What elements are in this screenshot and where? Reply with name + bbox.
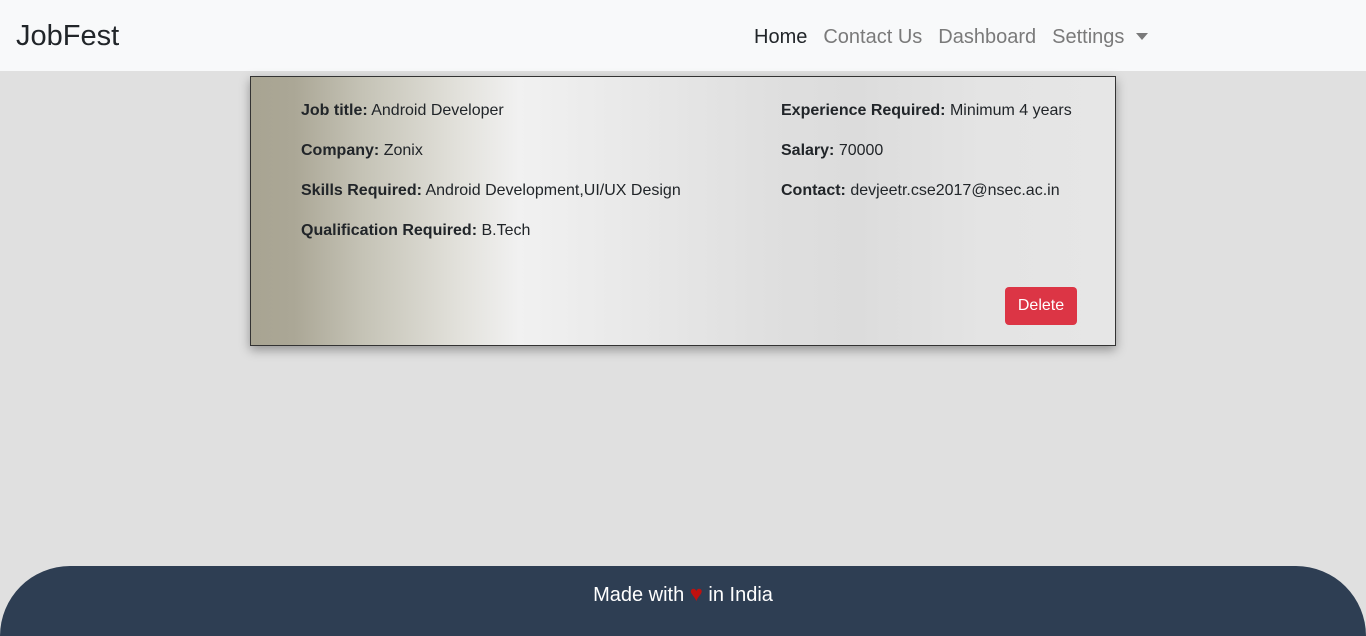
experience-value: Minimum 4 years	[949, 102, 1072, 119]
experience-label: Experience Required:	[781, 102, 946, 119]
nav-links: Home Contact Us Dashboard Settings	[746, 22, 1156, 52]
company-value: Zonix	[383, 142, 423, 159]
footer: Made with ♥ in India	[0, 566, 1366, 636]
job-title-label: Job title:	[301, 102, 368, 119]
contact-value: devjeetr.cse2017@nsec.ac.in	[850, 182, 1060, 199]
salary-value: 70000	[838, 142, 884, 159]
contact-label: Contact:	[781, 182, 846, 199]
nav-home[interactable]: Home	[746, 22, 815, 52]
job-card: Job title: Android Developer Company: Zo…	[250, 76, 1116, 346]
salary-label: Salary:	[781, 142, 835, 159]
contact-field: Contact: devjeetr.cse2017@nsec.ac.in	[781, 179, 1060, 203]
qualification-field: Qualification Required: B.Tech	[301, 219, 530, 243]
footer-prefix: Made with	[593, 584, 685, 606]
experience-field: Experience Required: Minimum 4 years	[781, 99, 1072, 123]
company-label: Company:	[301, 142, 380, 159]
job-title-field: Job title: Android Developer	[301, 99, 504, 123]
qualification-value: B.Tech	[481, 222, 531, 239]
skills-field: Skills Required: Android Development,UI/…	[301, 179, 681, 203]
company-field: Company: Zonix	[301, 139, 423, 163]
delete-button[interactable]: Delete	[1005, 287, 1077, 325]
salary-field: Salary: 70000	[781, 139, 883, 163]
nav-settings-label: Settings	[1052, 26, 1125, 48]
heart-icon: ♥	[689, 581, 703, 606]
nav-dashboard[interactable]: Dashboard	[930, 22, 1044, 52]
job-title-value: Android Developer	[371, 102, 504, 119]
brand-logo[interactable]: JobFest	[16, 18, 119, 54]
footer-suffix: in India	[708, 584, 773, 606]
caret-down-icon	[1136, 32, 1149, 40]
skills-label: Skills Required:	[301, 182, 422, 199]
skills-value: Android Development,UI/UX Design	[425, 182, 681, 199]
qualification-label: Qualification Required:	[301, 222, 478, 239]
nav-settings-dropdown[interactable]: Settings	[1044, 22, 1156, 52]
footer-text: Made with ♥ in India	[0, 581, 1366, 608]
navbar: JobFest Home Contact Us Dashboard Settin…	[0, 0, 1366, 71]
nav-contact-us[interactable]: Contact Us	[815, 22, 930, 52]
